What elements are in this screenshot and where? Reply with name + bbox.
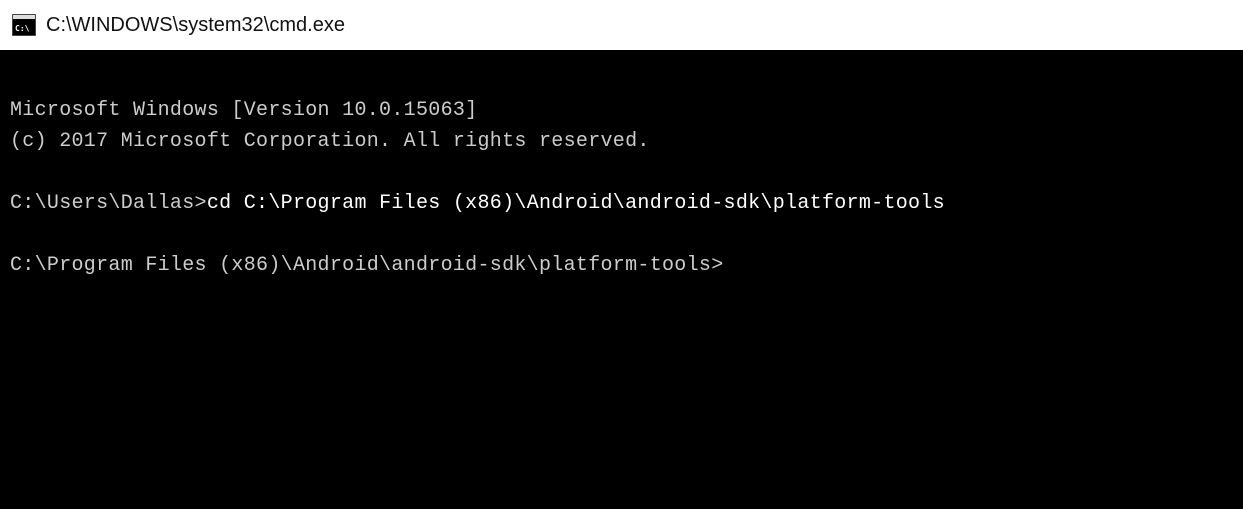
banner-line: (c) 2017 Microsoft Corporation. All righ…	[10, 130, 650, 153]
command-text: cd C:\Program Files (x86)\Android\androi…	[207, 192, 945, 215]
blank-line	[10, 219, 1233, 250]
svg-text:C:\: C:\	[15, 24, 30, 33]
window-title: C:\WINDOWS\system32\cmd.exe	[46, 14, 345, 37]
prompt: C:\Program Files (x86)\Android\android-s…	[10, 254, 724, 277]
banner-line: Microsoft Windows [Version 10.0.15063]	[10, 99, 477, 122]
window-titlebar[interactable]: C:\ C:\WINDOWS\system32\cmd.exe	[0, 0, 1243, 50]
prompt: C:\Users\Dallas>	[10, 192, 207, 215]
blank-line	[10, 157, 1233, 188]
terminal-output[interactable]: Microsoft Windows [Version 10.0.15063] (…	[0, 50, 1243, 509]
cmd-icon: C:\	[12, 14, 36, 36]
